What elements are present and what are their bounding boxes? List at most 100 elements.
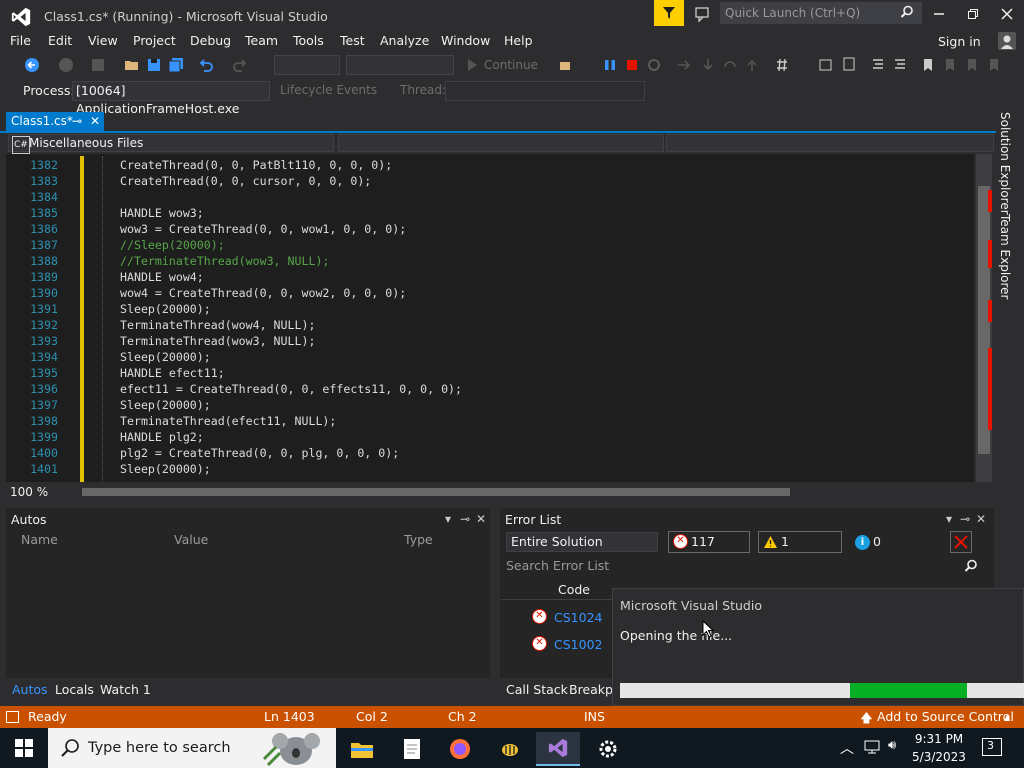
window-menu-icon[interactable]: ▾ (946, 512, 952, 526)
code-line[interactable]: Sleep(20000); (120, 302, 211, 316)
close-button[interactable] (990, 0, 1024, 28)
step-out-icon[interactable] (744, 57, 760, 73)
minimize-button[interactable] (922, 0, 956, 28)
find-in-files-icon[interactable] (818, 57, 834, 73)
menu-file[interactable]: File (10, 33, 31, 48)
tab-locals[interactable]: Locals (55, 682, 94, 697)
error-code-link[interactable]: CS1024 (554, 610, 602, 625)
menu-tools[interactable]: Tools (293, 33, 324, 48)
search-icon[interactable] (900, 5, 914, 19)
column-code[interactable]: Code (558, 582, 590, 597)
notepad-icon[interactable] (390, 732, 434, 766)
forward-icon[interactable] (58, 57, 74, 73)
code-line[interactable]: HANDLE wow4; (120, 270, 204, 284)
taskbar-date[interactable]: 5/3/2023 (904, 750, 974, 764)
tab-autos[interactable]: Autos (12, 682, 48, 697)
file-explorer-icon[interactable] (340, 732, 384, 766)
code-line[interactable]: CreateThread(0, 0, cursor, 0, 0, 0); (120, 174, 371, 188)
uncomment-lines-icon[interactable] (892, 57, 908, 73)
menu-team[interactable]: Team (245, 33, 278, 48)
member-navigation-select[interactable] (666, 134, 994, 152)
code-line[interactable]: TerminateThread(efect11, NULL); (120, 414, 336, 428)
menu-window[interactable]: Window (441, 33, 490, 48)
thread-select[interactable] (445, 81, 645, 101)
next-bookmark-icon[interactable] (964, 57, 980, 73)
network-icon[interactable] (864, 740, 880, 754)
menu-help[interactable]: Help (504, 33, 533, 48)
notification-center-icon[interactable]: 3 (982, 738, 1002, 756)
close-icon[interactable]: ✕ (976, 512, 986, 526)
error-scope-select[interactable]: Entire Solution (506, 532, 658, 552)
feedback-icon[interactable] (694, 5, 712, 23)
code-line[interactable]: Sleep(20000); (120, 350, 211, 364)
notifications-filter-icon[interactable] (654, 0, 684, 26)
menu-debug[interactable]: Debug (190, 33, 231, 48)
bee-app-icon[interactable] (488, 732, 532, 766)
back-icon[interactable] (24, 57, 40, 73)
menu-analyze[interactable]: Analyze (380, 33, 429, 48)
error-code-link[interactable]: CS1002 (554, 637, 602, 652)
build-filter-icon[interactable] (950, 531, 972, 553)
code-line[interactable]: HANDLE plg2; (120, 430, 204, 444)
solution-config-icon[interactable] (90, 57, 106, 73)
zoom-level[interactable]: 100 % (10, 485, 48, 499)
column-name[interactable]: Name (21, 532, 58, 547)
code-line[interactable]: HANDLE efect11; (120, 366, 225, 380)
code-line[interactable]: efect11 = CreateThread(0, 0, effects11, … (120, 382, 462, 396)
column-value[interactable]: Value (174, 532, 208, 547)
menu-edit[interactable]: Edit (48, 33, 72, 48)
undo-icon[interactable] (198, 57, 214, 73)
solution-explorer-tab[interactable]: Solution Explorer (998, 112, 1012, 215)
menu-test[interactable]: Test (340, 33, 365, 48)
code-line[interactable]: wow4 = CreateThread(0, 0, wow2, 0, 0, 0)… (120, 286, 406, 300)
code-map-icon[interactable] (840, 57, 856, 73)
code-line[interactable]: Sleep(20000); (120, 462, 211, 476)
tab-class1-cs[interactable]: Class1.cs* ⊸ ✕ (6, 112, 104, 132)
code-line[interactable]: TerminateThread(wow3, NULL); (120, 334, 315, 348)
stop-debugging-icon[interactable] (624, 57, 640, 73)
windows-start-icon[interactable] (15, 739, 33, 757)
visual-studio-taskbar-icon[interactable] (536, 732, 580, 766)
process-select[interactable]: [10064] ApplicationFrameHost.exe (72, 81, 270, 116)
maximize-button[interactable] (956, 0, 990, 28)
chevron-up-icon[interactable]: ▴ (1004, 709, 1010, 724)
redo-icon[interactable] (232, 57, 248, 73)
continue-icon[interactable] (464, 57, 480, 73)
hex-display-icon[interactable] (774, 57, 790, 73)
pin-icon[interactable]: ⊸ (460, 512, 470, 526)
error-search-input[interactable]: Search Error List (501, 556, 991, 576)
messages-filter-button[interactable]: i 0 Messages (850, 531, 940, 569)
search-icon[interactable] (964, 559, 978, 573)
save-all-icon[interactable] (168, 57, 184, 73)
volume-icon[interactable]: 🔊︎ (888, 738, 896, 753)
comment-lines-icon[interactable] (870, 57, 886, 73)
output-icon[interactable] (6, 711, 19, 723)
tab-call-stack[interactable]: Call Stack (506, 682, 568, 697)
window-menu-icon[interactable]: ▾ (445, 512, 451, 526)
save-icon[interactable] (146, 57, 162, 73)
pin-icon[interactable]: ⊸ (960, 512, 970, 526)
code-line[interactable]: Sleep(20000); (120, 398, 211, 412)
code-line[interactable]: CreateThread(0, 0, PatBlt110, 0, 0, 0); (120, 158, 392, 172)
errors-filter-button[interactable]: ✕ 117 Errors (668, 531, 750, 569)
step-over-icon[interactable] (722, 57, 738, 73)
step-into-icon[interactable] (700, 57, 716, 73)
type-navigation-select[interactable] (338, 134, 664, 152)
column-type[interactable]: Type (404, 532, 433, 547)
code-line[interactable]: HANDLE wow3; (120, 206, 204, 220)
menu-view[interactable]: View (88, 33, 118, 48)
bookmark-icon[interactable] (920, 57, 936, 73)
add-to-source-control-button[interactable]: Add to Source Control (877, 709, 1014, 724)
sign-in-link[interactable]: Sign in (938, 34, 981, 49)
team-explorer-tab[interactable]: Team Explorer (998, 214, 1012, 300)
lifecycle-events-button[interactable]: Lifecycle Events (280, 83, 377, 97)
firefox-icon[interactable] (438, 732, 482, 766)
taskbar-time[interactable]: 9:31 PM (904, 732, 974, 746)
show-next-statement-icon[interactable] (676, 57, 692, 73)
solution-platform-select[interactable] (346, 55, 454, 75)
close-tab-icon[interactable]: ✕ (90, 112, 100, 131)
code-line[interactable]: //Sleep(20000); (120, 238, 225, 252)
pin-icon[interactable]: ⊸ (72, 112, 82, 131)
settings-gear-icon[interactable] (586, 732, 630, 766)
code-line[interactable]: //TerminateThread(wow3, NULL); (120, 254, 329, 268)
